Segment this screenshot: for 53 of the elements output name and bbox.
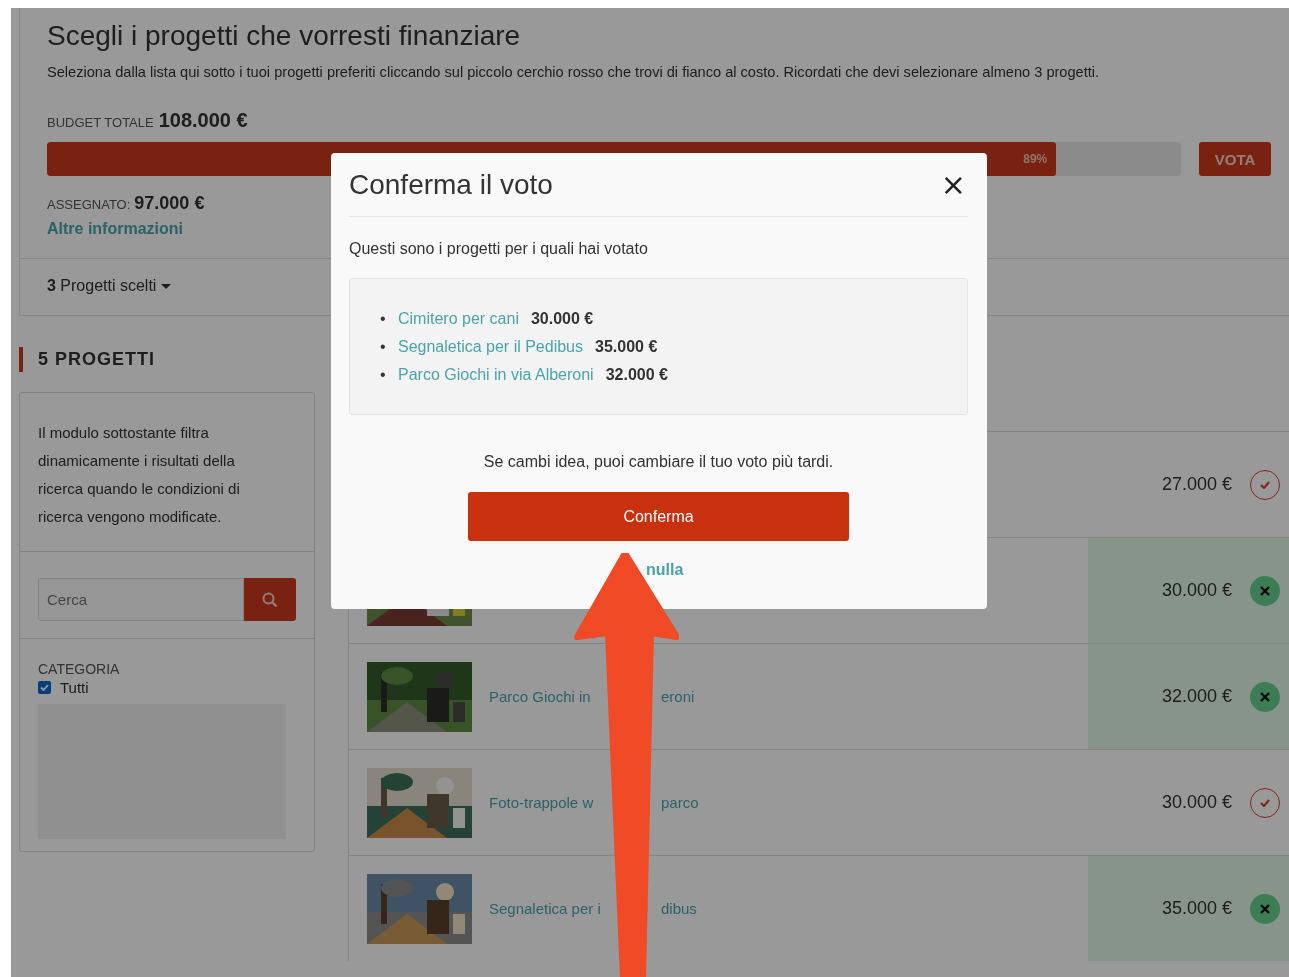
bullet: •	[380, 365, 387, 385]
project-title[interactable]: parco	[661, 794, 699, 811]
page-title: Scegli i progetti che vorresti finanziare	[47, 20, 522, 52]
search-field[interactable]: Cerca	[38, 578, 244, 621]
checkbox[interactable]	[38, 681, 51, 694]
close-icon	[1260, 585, 1270, 596]
help-text: Il modulo sottostante filtra dinamicamente i risultati della ricerca quando le condizioni di ricerca vengono modificate.	[20, 393, 314, 552]
project-title[interactable]: dibus	[661, 900, 697, 917]
bullet: •	[380, 309, 387, 329]
project-link[interactable]: Parco Giochi in via Alberoni	[398, 361, 594, 389]
project-price: 32.000 €	[1161, 686, 1232, 707]
project-price: 35.000 €	[1161, 898, 1232, 919]
project-amount: 32.000 €	[605, 365, 668, 385]
search-button[interactable]	[244, 578, 296, 621]
deselect-button[interactable]	[1250, 681, 1280, 712]
confirm-button[interactable]: Conferma	[468, 492, 849, 541]
progress-label: 89%	[1023, 152, 1048, 166]
assigned-label: ASSEGNATO:	[47, 197, 131, 212]
chosen-projects-toggle[interactable]: 3 Progetti scelti	[47, 277, 157, 295]
budget-amount: 108.000 €	[158, 109, 248, 132]
close-icon	[1260, 903, 1270, 914]
project-title[interactable]: Foto-trappole w	[489, 794, 594, 811]
project-title[interactable]: Parco Giochi in	[489, 688, 591, 705]
project-title[interactable]: Segnaletica per i	[489, 900, 601, 917]
category-option[interactable]: Tutti	[60, 679, 89, 696]
section-heading: 5 PROGETTI	[19, 347, 315, 372]
close-icon	[1260, 691, 1270, 702]
project-price: 30.000 €	[1161, 792, 1232, 813]
check-icon	[1260, 798, 1270, 807]
search-icon	[262, 591, 278, 608]
caret-icon	[161, 283, 172, 289]
bullet: •	[380, 337, 387, 357]
info-link[interactable]: Altre informazioni	[47, 220, 183, 238]
deselect-button[interactable]	[1250, 893, 1280, 924]
project-title[interactable]: eroni	[661, 688, 695, 705]
vote-button[interactable]: VOTA	[1199, 142, 1271, 176]
budget-label: BUDGET TOTALE	[47, 115, 154, 130]
deselect-button[interactable]	[1250, 575, 1280, 606]
check-icon	[1260, 480, 1270, 489]
modal-title: Conferma il voto	[349, 168, 553, 201]
project-amount: 30.000 €	[530, 309, 594, 329]
project-link[interactable]: Segnaletica per il Pedibus	[398, 333, 583, 361]
project-price: 30.000 €	[1161, 580, 1232, 601]
project-link[interactable]: Cimitero per cani	[398, 305, 519, 333]
assigned-amount: 97.000 €	[134, 193, 205, 214]
project-amount: 35.000 €	[595, 337, 658, 357]
category-label: CATEGORIA	[38, 661, 121, 677]
modal-note: Se cambi idea, puoi cambiare il tuo voto più tardi.	[482, 453, 835, 471]
modal-intro: Questi sono i progetti per i quali hai votato	[349, 240, 649, 258]
project-price: 27.000 €	[1161, 474, 1232, 495]
cancel-link[interactable]: nulla	[646, 561, 684, 579]
page-description: Seleziona dalla lista qui sotto i tuoi progetti preferiti cliccando sul piccolo cerchio rosso che trovi di fianco al costo. Ricordati che devi selezionare almeno 3 progetti.	[47, 64, 1101, 80]
close-button[interactable]: ×	[938, 169, 968, 200]
